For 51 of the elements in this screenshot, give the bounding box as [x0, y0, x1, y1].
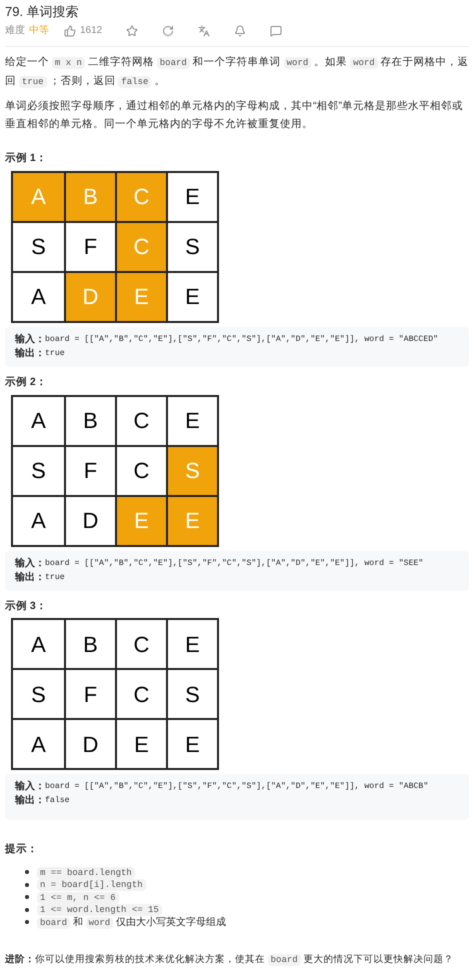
grid-cell: D — [64, 272, 115, 321]
hint-item: 1 <= word.length <= 15 — [37, 902, 162, 918]
grid-cell: C — [115, 222, 166, 271]
comment-icon[interactable] — [270, 25, 282, 37]
grid-cell: C — [115, 620, 166, 668]
input-code: board = [["A","B","C","E"],["S","F","C","S"],["A","D","E","E"]], word = "ABCB" — [45, 781, 428, 794]
example-heading: 示例 1： — [5, 151, 48, 166]
input-label: 输入： — [15, 332, 45, 347]
grid-cell: B — [64, 620, 115, 668]
like-count: 1612 — [80, 24, 102, 38]
hint-item: n = board[i].length — [37, 877, 146, 892]
grid-cell: E — [166, 496, 217, 544]
problem-title: 79. 单词搜索 — [5, 3, 80, 21]
followup-text: 进阶：你可以使用搜索剪枝的技术来优化解决方案，使其在 board 更大的情况下可以更快解决问题？ — [5, 952, 454, 967]
output-label: 输出： — [15, 570, 45, 584]
refresh-icon[interactable] — [162, 25, 174, 37]
output-label: 输出： — [15, 794, 45, 808]
bullet-icon — [25, 870, 29, 874]
hint-item: 1 <= m, n <= 6 — [37, 890, 119, 905]
grid-cell: S — [166, 446, 217, 494]
input-label: 输入： — [15, 780, 45, 794]
grid-cell: A — [13, 172, 64, 221]
description-paragraph: 单词必须按照字母顺序，通过相邻的单元格内的字母构成，其中“相邻”单元格是那些水平相邻或垂直相邻的单元格。同一个单元格内的字母不允许被重复使用。 — [5, 99, 464, 132]
hint-item: m == board.length — [37, 864, 135, 880]
bullet-icon — [25, 895, 29, 900]
bullet-icon — [25, 908, 29, 912]
output-code: true — [45, 572, 65, 584]
input-code: board = [["A","B","C","E"],["S","F","C","S"],["A","D","E","E"]], word = "SEE" — [45, 558, 424, 570]
star-icon[interactable] — [126, 25, 138, 37]
hint-item: board 和 word 仅由大小写英文字母组成 — [37, 914, 226, 930]
grid-cell: C — [115, 172, 166, 221]
output-code: true — [45, 348, 65, 360]
description-paragraph: 给定一个 m x n 二维字符网格 board 和一个字符串单词 word 。如果 word 存在于网格中，返回 true ；否则，返回 false 。 — [5, 55, 469, 90]
translate-icon[interactable] — [198, 25, 210, 37]
input-code: board = [["A","B","C","E"],["S","F","C","S"],["A","D","E","E"]], word = "ABCCED" — [45, 334, 438, 346]
output-code: false — [45, 795, 70, 808]
bullet-icon — [25, 920, 29, 924]
input-label: 输入： — [15, 556, 45, 570]
grid-cell: E — [115, 272, 166, 321]
bell-icon[interactable] — [234, 25, 246, 37]
grid-cell: E — [166, 620, 217, 668]
output-label: 输出： — [15, 346, 45, 361]
grid-cell: E — [115, 496, 166, 544]
difficulty-label: 难度 — [5, 24, 25, 38]
thumbs-up-icon[interactable] — [64, 25, 76, 37]
grid-cell: B — [64, 172, 115, 221]
example-heading: 示例 3： — [5, 598, 48, 614]
example-heading: 示例 2： — [5, 374, 48, 390]
difficulty-tag: 中等 — [29, 24, 49, 38]
bullet-icon — [25, 882, 29, 887]
hints-heading: 提示： — [5, 842, 39, 858]
